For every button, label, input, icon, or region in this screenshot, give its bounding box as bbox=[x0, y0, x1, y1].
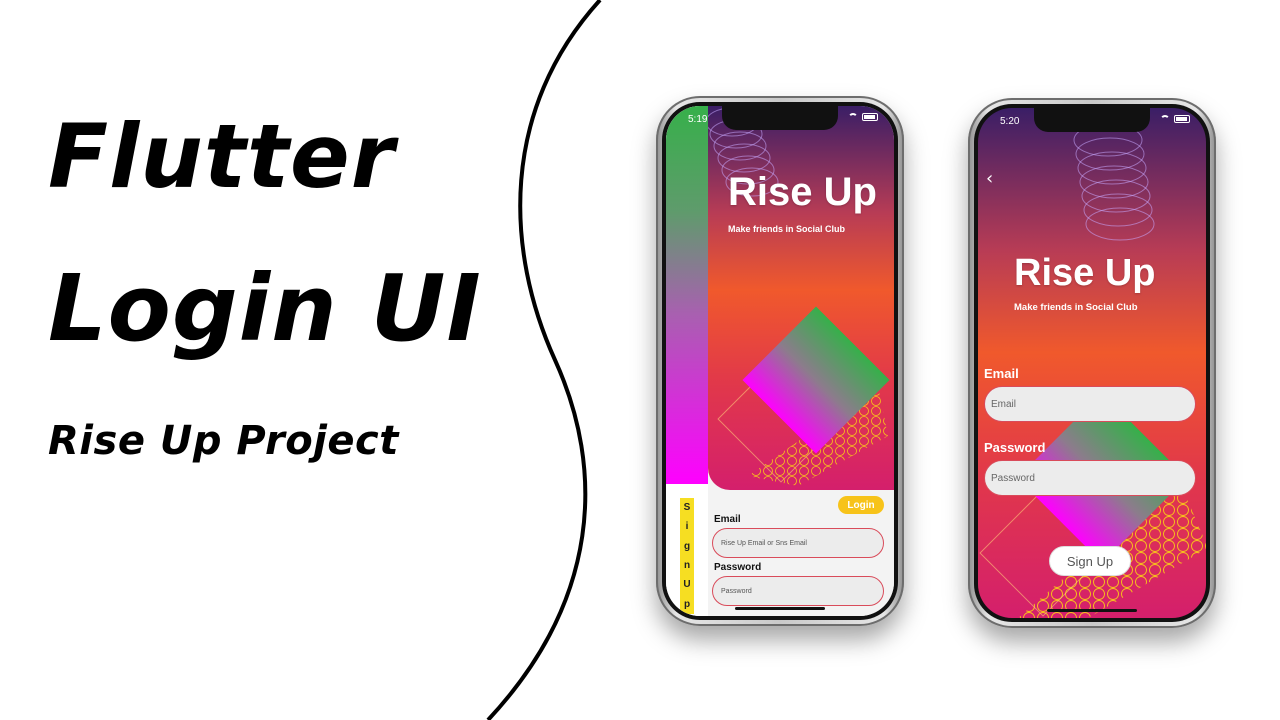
wifi-icon bbox=[848, 113, 858, 121]
signup-letter: S bbox=[683, 502, 691, 514]
password-label: Password bbox=[984, 440, 1046, 455]
app-title: Rise Up bbox=[1014, 252, 1156, 294]
password-field[interactable]: Password bbox=[712, 576, 884, 606]
app-subtitle: Make friends in Social Club bbox=[1014, 302, 1138, 313]
chevron-left-icon[interactable]: ‹ bbox=[986, 168, 993, 189]
headline-subtitle: Rise Up Project bbox=[48, 418, 399, 464]
email-field[interactable]: Email bbox=[984, 386, 1196, 422]
battery-icon bbox=[862, 113, 878, 121]
status-time: 5:20 bbox=[1000, 116, 1020, 127]
status-icons bbox=[848, 113, 878, 121]
signup-letter: i bbox=[685, 521, 689, 533]
signup-button[interactable]: Sign Up bbox=[1049, 546, 1131, 576]
headline-login-ui: Login UI bbox=[48, 255, 482, 362]
status-time: 5:19 bbox=[688, 114, 708, 125]
home-indicator bbox=[1047, 609, 1137, 612]
headline-flutter: Flutter bbox=[48, 105, 396, 208]
side-gradient-panel bbox=[666, 106, 708, 484]
hero-panel: Rise Up Make friends in Social Club bbox=[708, 106, 894, 490]
home-indicator bbox=[735, 607, 825, 610]
login-screen: 5:19 S i g n U p Rise Up Make friends in… bbox=[666, 106, 894, 616]
phone-login-screen: 5:19 S i g n U p Rise Up Make friends in… bbox=[656, 96, 904, 626]
signup-letter: p bbox=[683, 598, 691, 610]
password-label: Password bbox=[714, 562, 762, 573]
signup-letter: g bbox=[683, 540, 691, 552]
notch bbox=[722, 106, 838, 130]
app-title: Rise Up bbox=[728, 170, 877, 214]
signup-letter: n bbox=[683, 560, 691, 572]
ring-decoration bbox=[1073, 123, 1155, 241]
phone-signup-screen: 5:20 ‹ Rise Up Make friends in Social Cl… bbox=[968, 98, 1216, 628]
wifi-icon bbox=[1160, 115, 1170, 123]
app-subtitle: Make friends in Social Club bbox=[728, 224, 846, 234]
login-button[interactable]: Login bbox=[838, 496, 884, 514]
email-label: Email bbox=[714, 514, 741, 525]
password-field[interactable]: Password bbox=[984, 460, 1196, 496]
signup-side-tab[interactable]: S i g n U p bbox=[680, 498, 694, 614]
login-form: Login Email Rise Up Email or Sns Email P… bbox=[708, 490, 894, 616]
signup-letter: U bbox=[683, 579, 691, 591]
status-icons bbox=[1160, 115, 1190, 123]
battery-icon bbox=[1174, 115, 1190, 123]
email-field[interactable]: Rise Up Email or Sns Email bbox=[712, 528, 884, 558]
notch bbox=[1034, 108, 1150, 132]
email-label: Email bbox=[984, 366, 1019, 381]
side-strip: S i g n U p bbox=[666, 106, 708, 616]
signup-screen: 5:20 ‹ Rise Up Make friends in Social Cl… bbox=[978, 108, 1206, 618]
